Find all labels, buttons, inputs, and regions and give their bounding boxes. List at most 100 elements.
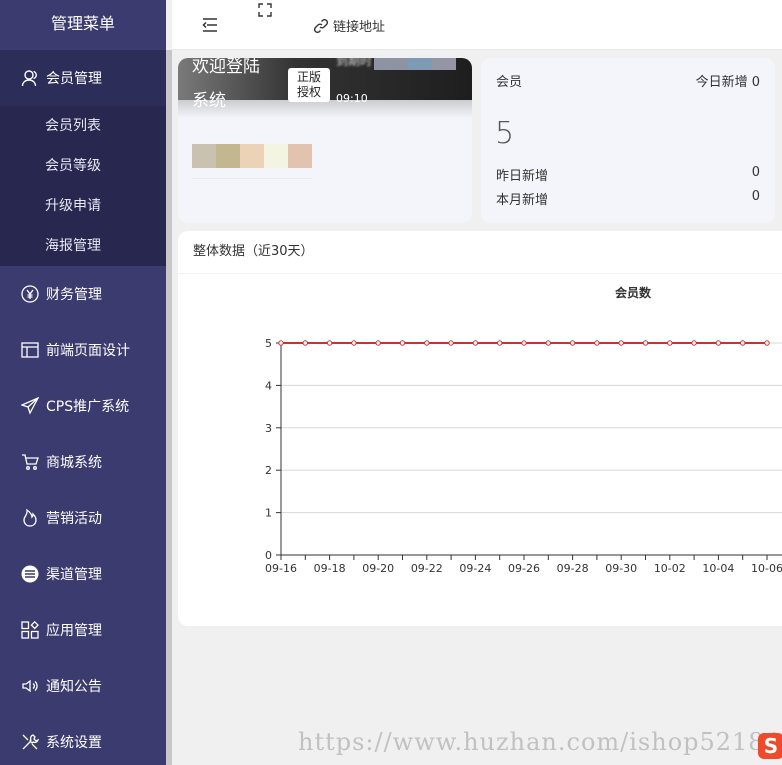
x-tick-label: 09-20 [362, 562, 394, 575]
user-icon [20, 68, 40, 88]
fullscreen-icon[interactable] [258, 2, 272, 21]
sidebar-item-label: 应用管理 [46, 623, 102, 639]
yesterday-new-row: 昨日新增 0 [496, 165, 760, 184]
data-point [448, 340, 454, 346]
sogou-ime-icon[interactable]: S [758, 733, 782, 759]
expiry-label: 到期时 [336, 58, 373, 68]
sidebar-item-member[interactable]: 会员管理 [0, 50, 166, 106]
sidebar-item-apps[interactable]: 应用管理 [0, 602, 166, 658]
x-tick-label: 09-16 [265, 562, 297, 575]
sidebar-item-channel[interactable]: 渠道管理 [0, 546, 166, 602]
system-text: 系统 [192, 91, 226, 111]
y-tick-label: 3 [265, 422, 272, 435]
data-point [424, 340, 430, 346]
data-point [521, 340, 527, 346]
top-bar: 链接地址 [172, 0, 782, 50]
menu-toggle-icon[interactable] [202, 17, 218, 36]
link-address-button[interactable]: 链接地址 [314, 16, 385, 35]
welcome-banner: 欢迎登陆 系统 到期时 正版 授权 09:10 [178, 58, 472, 223]
tools-icon [20, 732, 40, 752]
blurred-block [408, 58, 432, 70]
sidebar-item-label: 商城系统 [46, 455, 102, 471]
data-point [545, 340, 551, 346]
license-badge: 正版 授权 [288, 68, 330, 102]
x-tick-label: 09-18 [314, 562, 346, 575]
today-new: 今日新增 0 [695, 75, 760, 90]
layout-icon [20, 340, 40, 360]
data-point [497, 340, 503, 346]
overall-data-card: 整体数据（近30天） 会员数 0 1 2 3 4 5 09-16 09-18 09-20 09-22… [178, 231, 782, 626]
member-total: 5 [495, 116, 515, 151]
color-swatch [216, 144, 240, 168]
x-tick-label: 09-30 [605, 562, 637, 575]
data-point [472, 340, 479, 346]
sidebar-item-finance[interactable]: 财务管理 [0, 266, 166, 322]
y-tick-label: 1 [265, 507, 272, 520]
sidebar: 管理菜单 会员管理 会员列表 会员等级 升级申请 海报管理 财务管理 前端页面设… [0, 0, 166, 765]
data-point [715, 340, 722, 346]
data-point [375, 340, 381, 346]
banner-time: 09:10 [336, 92, 368, 105]
welcome-text: 欢迎登陆 [192, 58, 260, 77]
apps-icon [20, 620, 40, 640]
sidebar-item-notice[interactable]: 通知公告 [0, 658, 166, 714]
sidebar-item-label: 前端页面设计 [46, 343, 130, 359]
sidebar-item-frontend-design[interactable]: 前端页面设计 [0, 322, 166, 378]
sidebar-item-label: 财务管理 [46, 287, 102, 303]
member-stats-card: 会员 今日新增 0 5 昨日新增 0 本月新增 0 [481, 58, 775, 223]
y-tick-label: 0 [265, 549, 272, 562]
sidebar-scrollbar[interactable] [166, 50, 172, 765]
x-tick-label: 10-06 [751, 562, 782, 575]
chart-card-title: 整体数据（近30天） [178, 231, 782, 274]
blurred-block [374, 58, 408, 70]
data-point [691, 340, 697, 346]
x-tick-label: 09-28 [557, 562, 589, 575]
sidebar-item-label: 通知公告 [46, 679, 102, 695]
cart-icon [20, 452, 40, 472]
member-card-title: 会员 [496, 75, 523, 90]
color-swatches [192, 144, 312, 168]
data-point [302, 340, 309, 346]
month-new-row: 本月新增 0 [496, 189, 760, 208]
sidebar-item-label: CPS推广系统 [46, 399, 130, 415]
sidebar-item-marketing[interactable]: 营销活动 [0, 490, 166, 546]
color-swatch [264, 144, 288, 168]
data-point [764, 340, 770, 346]
x-tick-label: 09-22 [411, 562, 443, 575]
speaker-icon [20, 676, 40, 696]
data-point [326, 340, 333, 346]
sidebar-item-mall[interactable]: 商城系统 [0, 434, 166, 490]
x-tick-label: 10-04 [702, 562, 734, 575]
x-tick-label: 09-24 [459, 562, 491, 575]
data-point [278, 340, 284, 346]
blurred-block [432, 58, 456, 70]
x-tick-label: 09-26 [508, 562, 540, 575]
fire-icon [20, 508, 40, 528]
list-circle-icon [20, 564, 40, 584]
data-point [569, 340, 576, 346]
data-point [594, 340, 600, 346]
color-swatch [192, 144, 216, 168]
sidebar-title: 管理菜单 [0, 0, 166, 50]
data-point [740, 340, 746, 346]
data-point [642, 340, 649, 346]
sidebar-item-settings[interactable]: 系统设置 [0, 714, 166, 765]
sidebar-item-cps[interactable]: CPS推广系统 [0, 378, 166, 434]
submenu-member-list[interactable]: 会员列表 [0, 106, 166, 146]
send-icon [20, 396, 40, 416]
sidebar-item-label: 渠道管理 [46, 567, 102, 583]
data-point [399, 340, 406, 346]
submenu-member-level[interactable]: 会员等级 [0, 146, 166, 186]
x-tick-label: 10-02 [654, 562, 686, 575]
watermark: https://www.huzhan.com/ishop52184 [298, 728, 781, 756]
submenu-poster-manage[interactable]: 海报管理 [0, 226, 166, 266]
sidebar-item-label: 会员管理 [46, 71, 102, 87]
submenu-upgrade-apply[interactable]: 升级申请 [0, 186, 166, 226]
chart-title: 会员数 [615, 285, 652, 300]
member-submenu: 会员列表 会员等级 升级申请 海报管理 [0, 106, 166, 266]
yen-icon [20, 284, 40, 304]
sidebar-item-label: 系统设置 [46, 735, 102, 751]
link-icon [314, 18, 328, 33]
color-swatch [240, 144, 264, 168]
data-point [351, 340, 357, 346]
